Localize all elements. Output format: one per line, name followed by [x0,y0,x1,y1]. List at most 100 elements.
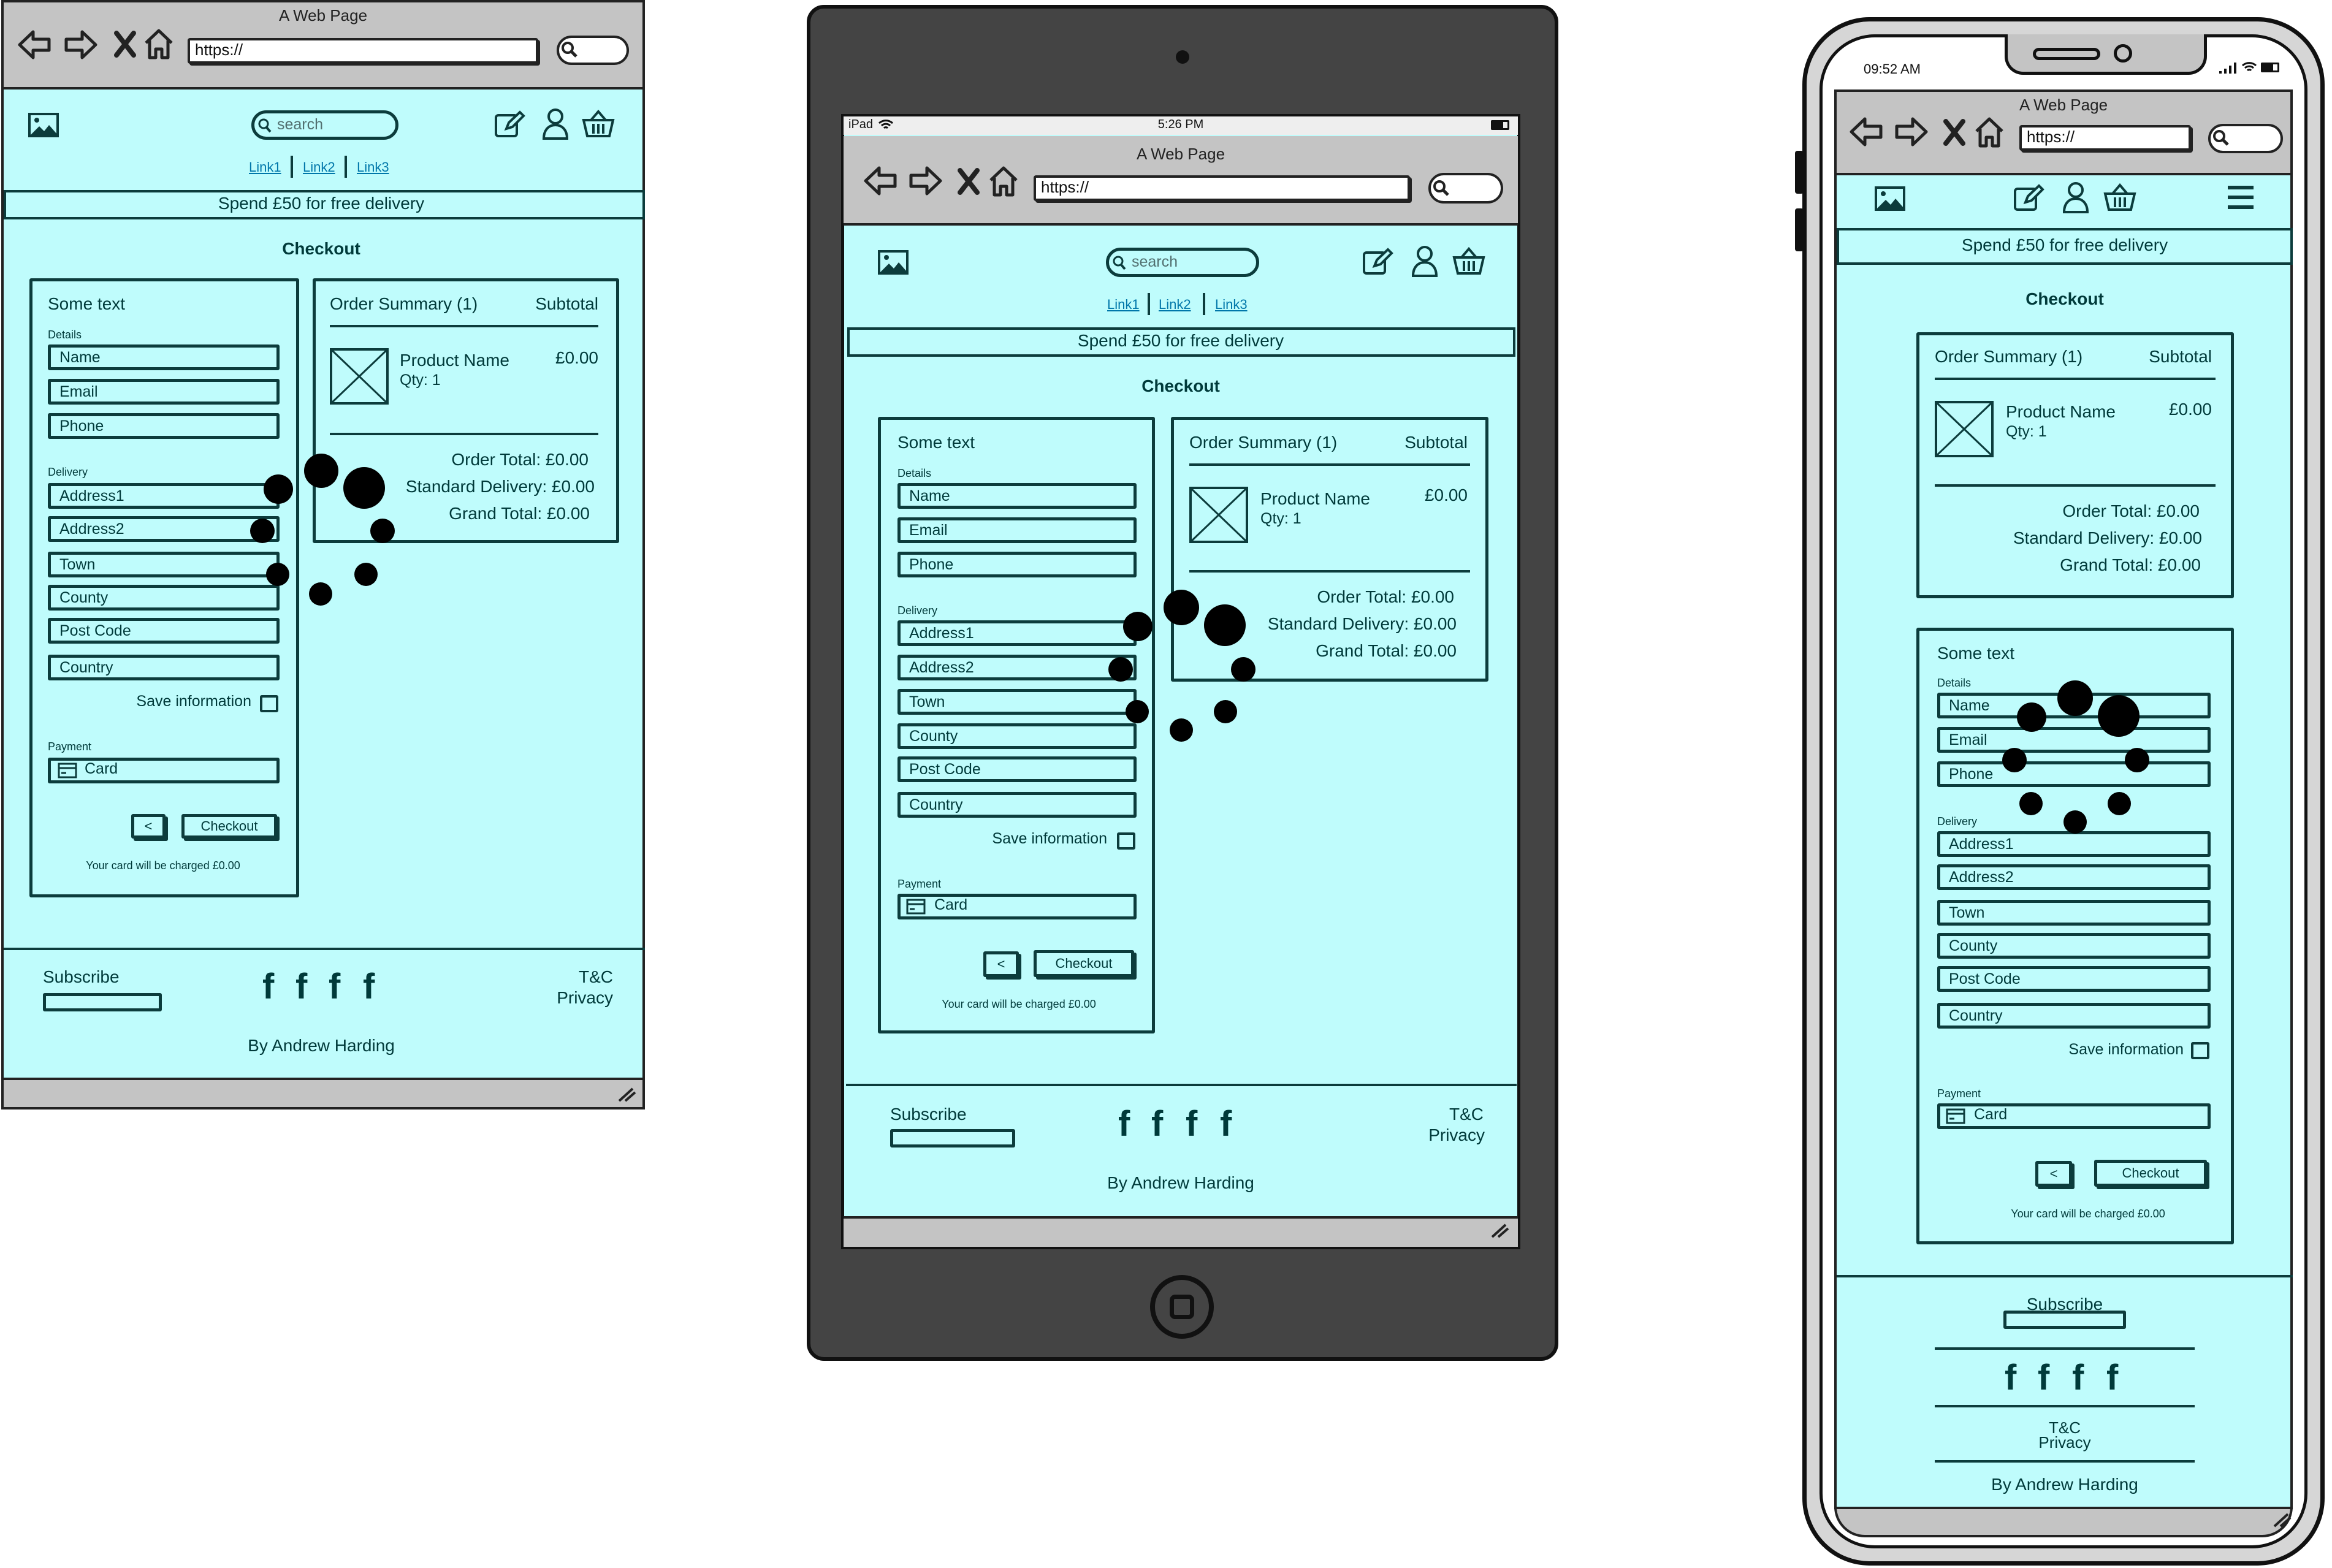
address2-input[interactable]: Address2 [48,516,280,542]
edit-icon[interactable] [1362,248,1393,276]
subscribe-input[interactable] [2003,1311,2126,1329]
home-icon[interactable] [143,28,174,60]
facebook-icon[interactable]: f [329,966,340,1007]
privacy-link[interactable]: Privacy [557,988,613,1008]
postcode-input[interactable]: Post Code [1937,966,2211,992]
checkout-button[interactable]: Checkout [2094,1160,2207,1187]
stop-icon[interactable] [958,168,980,195]
home-icon[interactable] [988,166,1019,197]
standard-delivery: Standard Delivery: £0.00 [405,477,595,496]
resize-grip-icon[interactable] [2273,1513,2292,1528]
nav-link-3[interactable]: Link3 [357,159,389,175]
address1-input[interactable]: Address1 [1937,831,2211,857]
tc-link[interactable]: T&C [1449,1105,1484,1124]
edit-icon[interactable] [494,110,525,139]
details-label: Details [1937,677,1972,689]
back-icon[interactable] [17,29,51,60]
facebook-icon[interactable]: f [2106,1357,2118,1398]
user-icon[interactable] [542,108,569,140]
town-input[interactable]: Town [48,552,280,577]
phone-input[interactable]: Phone [897,552,1137,577]
forward-icon[interactable] [64,29,98,60]
privacy-link[interactable]: Privacy [2038,1433,2090,1452]
name-input[interactable]: Name [897,483,1137,509]
card-input[interactable] [897,894,1137,919]
email-input[interactable]: Email [1937,727,2211,753]
postcode-input[interactable]: Post Code [897,756,1137,782]
phone-side-button[interactable] [1795,208,1804,251]
county-input[interactable]: County [897,723,1137,749]
forward-icon[interactable] [1894,116,1929,147]
checkout-button[interactable]: Checkout [1034,950,1134,977]
hamburger-menu-icon[interactable] [2227,185,2255,210]
loading-spinner-dot [2108,792,2131,815]
back-button[interactable]: < [983,951,1019,977]
basket-icon[interactable] [2103,183,2136,212]
country-input[interactable]: Country [48,655,280,680]
address1-input[interactable]: Address1 [897,620,1137,646]
facebook-icon[interactable]: f [2005,1357,2016,1398]
phone-side-button[interactable] [1795,151,1804,194]
save-info-checkbox[interactable] [2191,1042,2209,1059]
back-button[interactable]: < [131,814,166,839]
home-icon[interactable] [1974,116,2005,148]
card-input[interactable] [48,758,280,783]
facebook-icon[interactable]: f [1186,1103,1197,1144]
address1-input[interactable]: Address1 [48,483,280,509]
facebook-icon[interactable]: f [1151,1103,1163,1144]
credit-text: By Andrew Harding [248,1036,395,1055]
save-info-checkbox[interactable] [1117,832,1135,850]
county-input[interactable]: County [48,585,280,611]
stop-icon[interactable] [1943,119,1965,146]
charge-note: Your card will be charged £0.00 [2011,1208,2165,1220]
town-input[interactable]: Town [1937,900,2211,926]
phone-input[interactable]: Phone [1937,761,2211,787]
facebook-icon[interactable]: f [1220,1103,1232,1144]
user-icon[interactable] [2062,181,2089,213]
resize-grip-icon[interactable] [1491,1224,1509,1238]
facebook-icon[interactable]: f [1118,1103,1130,1144]
county-input[interactable]: County [1937,933,2211,959]
country-input[interactable]: Country [1937,1003,2211,1029]
back-icon[interactable] [1849,116,1883,147]
email-input[interactable]: Email [48,379,280,405]
basket-icon[interactable] [582,109,615,139]
edit-icon[interactable] [2013,184,2044,212]
phone-input[interactable]: Phone [48,413,280,439]
back-button[interactable]: < [2035,1161,2072,1187]
site-search-input[interactable] [251,110,398,140]
resize-grip-icon[interactable] [618,1087,636,1102]
facebook-icon[interactable]: f [363,966,375,1007]
subscribe-input[interactable] [43,993,162,1011]
stop-icon[interactable] [114,31,136,58]
postcode-input[interactable]: Post Code [48,618,280,644]
town-input[interactable]: Town [897,689,1137,715]
basket-icon[interactable] [1452,246,1485,276]
user-icon[interactable] [1411,245,1438,277]
facebook-icon[interactable]: f [295,966,307,1007]
facebook-icon[interactable]: f [2038,1357,2049,1398]
nav-link-2[interactable]: Link2 [303,159,335,175]
privacy-link[interactable]: Privacy [1428,1125,1485,1145]
credit-text: By Andrew Harding [1107,1173,1254,1192]
nav-link-3[interactable]: Link3 [1215,297,1248,313]
site-search-input[interactable] [1106,248,1259,277]
name-input[interactable]: Name [48,344,280,370]
nav-link-1[interactable]: Link1 [249,159,281,175]
subscribe-input[interactable] [890,1129,1015,1147]
facebook-icon[interactable]: f [262,966,274,1007]
email-input[interactable]: Email [897,517,1137,543]
save-info-checkbox[interactable] [260,695,278,712]
nav-link-2[interactable]: Link2 [1159,297,1191,313]
country-input[interactable]: Country [897,792,1137,818]
forward-icon[interactable] [909,166,943,196]
address2-input[interactable]: Address2 [897,655,1137,680]
back-icon[interactable] [863,166,897,196]
checkout-button[interactable]: Checkout [181,814,277,839]
facebook-icon[interactable]: f [2072,1357,2084,1398]
address2-input[interactable]: Address2 [1937,864,2211,890]
nav-link-1[interactable]: Link1 [1107,297,1140,313]
nav-divider [1148,293,1150,315]
tc-link[interactable]: T&C [579,967,613,987]
url-bar[interactable] [1034,175,1410,201]
